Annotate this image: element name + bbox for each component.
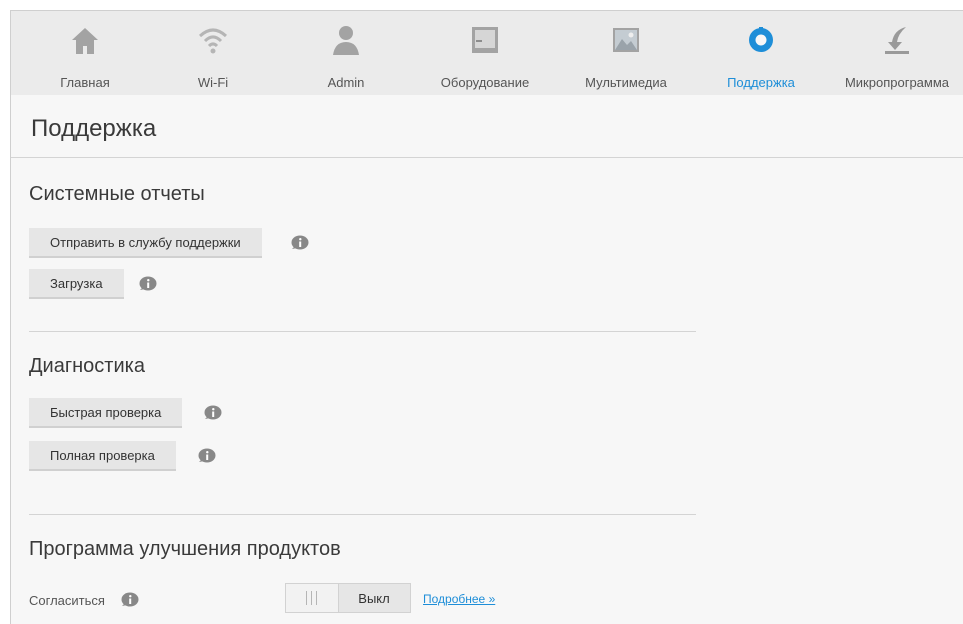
toggle-state: Выкл: [358, 591, 390, 606]
nav-label-firmware: Микропрограмма: [844, 75, 950, 90]
section-divider: [29, 514, 696, 515]
nav-label-media: Мультимедиа: [585, 75, 667, 90]
firmware-icon: [882, 24, 912, 56]
home-icon: [70, 24, 100, 56]
full-check-button[interactable]: Полная проверка: [29, 441, 176, 471]
download-button[interactable]: Загрузка: [29, 269, 124, 299]
nav-item-home[interactable]: Главная: [11, 11, 159, 95]
grip-line: [316, 591, 317, 605]
nav-label-wifi: Wi-Fi: [197, 75, 229, 90]
page-title: Поддержка: [31, 115, 157, 142]
title-divider: [11, 157, 963, 158]
nav-item-media[interactable]: Мультимедиа: [561, 11, 691, 95]
hardware-icon: [470, 24, 500, 56]
user-icon: [331, 24, 361, 56]
info-icon[interactable]: [203, 405, 222, 421]
grip-line: [306, 591, 307, 605]
info-icon[interactable]: [120, 592, 139, 608]
section-title-system-reports: Системные отчеты: [29, 183, 205, 205]
info-icon[interactable]: [138, 276, 157, 292]
nav-item-firmware[interactable]: Микропрограмма: [831, 11, 963, 95]
toggle-handle[interactable]: [286, 584, 339, 612]
agree-label: Согласиться: [29, 593, 105, 608]
support-icon: [746, 24, 776, 56]
media-icon: [611, 24, 641, 56]
nav-label-hardware: Оборудование: [440, 75, 530, 90]
learn-more-link[interactable]: Подробнее »: [423, 592, 495, 606]
agree-toggle[interactable]: Выкл: [285, 583, 411, 613]
section-title-diagnostics: Диагностика: [29, 355, 145, 377]
nav-label-home: Главная: [60, 75, 110, 90]
section-divider: [29, 331, 696, 332]
section-title-product-improvement: Программа улучшения продуктов: [29, 538, 341, 560]
send-to-support-button[interactable]: Отправить в службу поддержки: [29, 228, 262, 258]
nav-item-wifi[interactable]: Wi-Fi: [148, 11, 278, 95]
nav-label-admin: Admin: [327, 75, 365, 90]
nav-item-admin[interactable]: Admin: [286, 11, 406, 95]
wifi-icon: [198, 24, 228, 56]
nav-label-support: Поддержка: [727, 75, 795, 90]
info-icon[interactable]: [290, 235, 309, 251]
info-icon[interactable]: [197, 448, 216, 464]
nav-item-support[interactable]: Поддержка: [701, 11, 821, 95]
app-frame: Главная Wi-Fi Admin Оборудование Мультим…: [10, 10, 963, 624]
top-navigation: Главная Wi-Fi Admin Оборудование Мультим…: [11, 11, 963, 95]
nav-item-hardware[interactable]: Оборудование: [420, 11, 550, 95]
grip-line: [311, 591, 312, 605]
quick-check-button[interactable]: Быстрая проверка: [29, 398, 183, 428]
